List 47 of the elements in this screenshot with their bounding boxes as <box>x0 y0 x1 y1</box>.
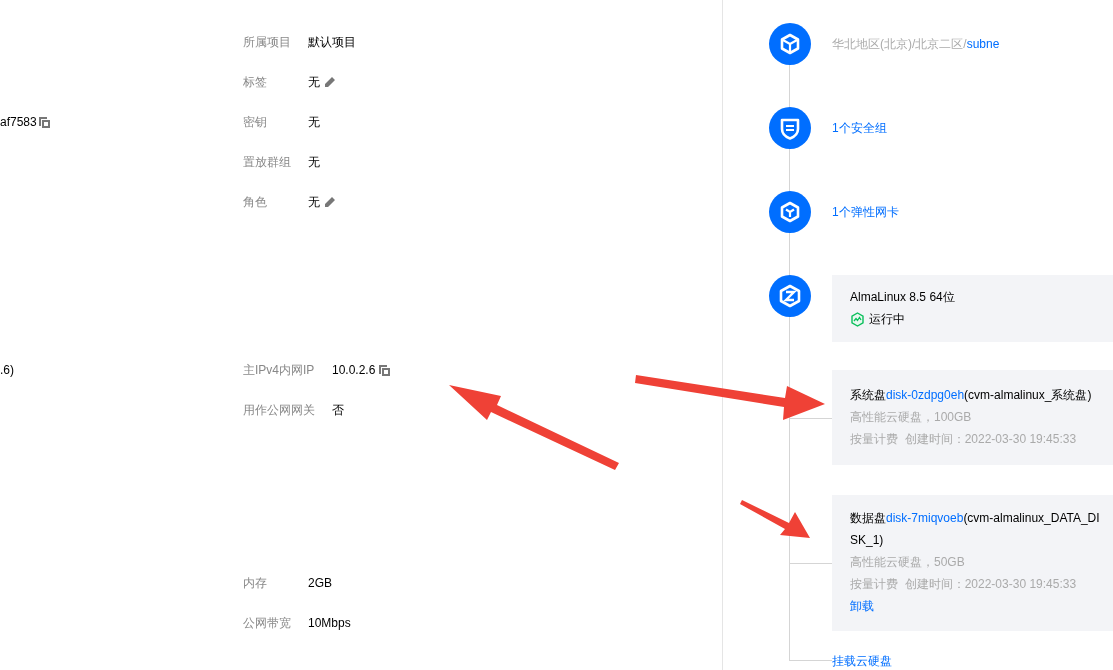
field-value: 无 <box>308 193 320 211</box>
box-icon <box>769 191 811 233</box>
cut-off-text: .6) <box>0 363 14 377</box>
disk-title: 数据盘disk-7miqvoeb(cvm-almalinux_DATA_DISK_1) <box>850 510 1101 549</box>
disk-link[interactable]: disk-0zdpg0eh <box>886 388 965 402</box>
cut-off-text: af7583 <box>0 115 37 129</box>
mount-disk-link[interactable]: 挂载云硬盘 <box>832 653 892 670</box>
shield-icon <box>769 107 811 149</box>
subnet-link[interactable]: subne <box>966 36 1000 51</box>
field-label: 角色 <box>243 193 267 211</box>
field-value: 10Mbps <box>308 616 351 630</box>
os-name: AlmaLinux 8.5 64位 <box>850 289 956 306</box>
field-label: 置放群组 <box>243 153 291 171</box>
field-value: 无 <box>308 73 320 91</box>
billing-text: 按量计费 <box>850 577 898 591</box>
field-label: 公网带宽 <box>243 614 291 632</box>
location-text: 华北地区(北京)/北京二区/ <box>832 36 967 51</box>
field-value: 2GB <box>308 576 332 590</box>
pulse-icon <box>850 311 865 327</box>
arrow <box>740 500 810 538</box>
field-value: 否 <box>332 401 344 419</box>
field-label: 主IPv4内网IP <box>243 361 315 379</box>
disk-link[interactable]: disk-7miqvoeb <box>886 511 964 525</box>
unmount-link[interactable]: 卸载 <box>850 595 874 617</box>
billing-text: 按量计费 <box>850 432 898 446</box>
field-label: 用作公网网关 <box>243 401 315 419</box>
copy-icon[interactable] <box>38 116 50 128</box>
pencil-icon[interactable] <box>324 76 335 88</box>
field-value: 无 <box>308 113 320 131</box>
pencil-icon[interactable] <box>324 196 335 208</box>
network-card-link[interactable]: 1个弹性网卡 <box>832 203 899 221</box>
field-label: 密钥 <box>243 113 267 131</box>
field-value: 10.0.2.6 <box>332 363 376 377</box>
security-group-link[interactable]: 1个安全组 <box>832 119 887 137</box>
field-label: 所属项目 <box>243 33 291 51</box>
field-value: 默认项目 <box>308 33 356 51</box>
field-label: 标签 <box>243 73 267 91</box>
created-time: 创建时间：2022-03-30 19:45:33 <box>904 432 1077 446</box>
disk-spec: 高性能云硬盘，50GB <box>850 554 966 571</box>
created-time: 创建时间：2022-03-30 19:45:33 <box>904 577 1077 591</box>
field-label: 内存 <box>243 574 267 592</box>
cube-icon <box>769 23 811 65</box>
copy-icon[interactable] <box>379 364 391 376</box>
disk-title: 系统盘disk-0zdpg0eh(cvm-almalinux_系统盘) <box>850 387 1093 404</box>
disk-spec: 高性能云硬盘，100GB <box>850 409 973 426</box>
status-text: 运行中 <box>869 311 905 328</box>
field-value: 无 <box>308 153 320 171</box>
